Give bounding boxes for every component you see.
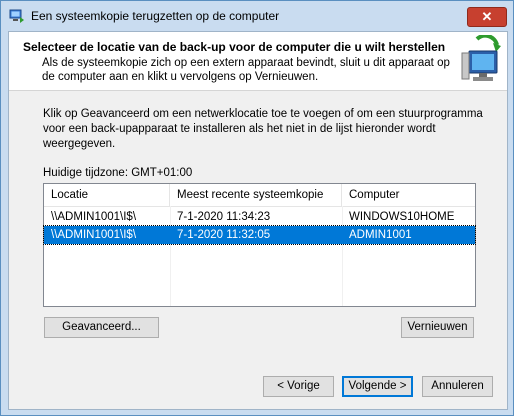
table-row[interactable]: \\ADMIN1001\I$\ 7-1-2020 11:34:23 WINDOW…	[44, 208, 475, 226]
list-header: Locatie Meest recente systeemkopie Compu…	[44, 184, 475, 207]
window-title: Een systeemkopie terugzetten op de compu…	[31, 9, 280, 23]
timezone-label: Huidige tijdzone: GMT+01:00	[43, 167, 193, 179]
row-computer: WINDOWS10HOME	[349, 211, 455, 223]
backup-restore-icon	[9, 9, 24, 23]
table-row-selected[interactable]: \\ADMIN1001\I$\ 7-1-2020 11:32:05 ADMIN1…	[43, 225, 476, 245]
computer-restore-icon	[461, 35, 501, 81]
column-header-computer[interactable]: Computer	[342, 184, 475, 206]
advanced-button[interactable]: Geavanceerd...	[44, 317, 159, 338]
dialog-body: Selecteer de locatie van de back-up voor…	[8, 31, 508, 410]
row-computer: ADMIN1001	[349, 229, 412, 241]
close-button[interactable]: ✕	[467, 7, 507, 27]
backup-location-list[interactable]: Locatie Meest recente systeemkopie Compu…	[43, 183, 476, 307]
row-date: 7-1-2020 11:32:05	[177, 229, 271, 241]
row-location: \\ADMIN1001\I$\	[51, 211, 137, 223]
column-header-location[interactable]: Locatie	[44, 184, 170, 206]
refresh-button[interactable]: Vernieuwen	[401, 317, 474, 338]
row-location: \\ADMIN1001\I$\	[51, 229, 137, 241]
row-date: 7-1-2020 11:34:23	[177, 211, 271, 223]
column-header-date[interactable]: Meest recente systeemkopie	[170, 184, 342, 206]
back-button[interactable]: < Vorige	[263, 376, 334, 397]
next-button[interactable]: Volgende >	[342, 376, 413, 397]
intro-text: Klik op Geavanceerd om een netwerklocati…	[43, 108, 483, 150]
page-description: Als de systeemkopie zich op een extern a…	[42, 57, 450, 83]
wizard-header: Selecteer de locatie van de back-up voor…	[9, 32, 507, 91]
page-title: Selecteer de locatie van de back-up voor…	[23, 40, 446, 54]
title-bar[interactable]: Een systeemkopie terugzetten op de compu…	[1, 1, 513, 31]
cancel-button[interactable]: Annuleren	[422, 376, 493, 397]
dialog-window: Een systeemkopie terugzetten op de compu…	[0, 0, 514, 416]
